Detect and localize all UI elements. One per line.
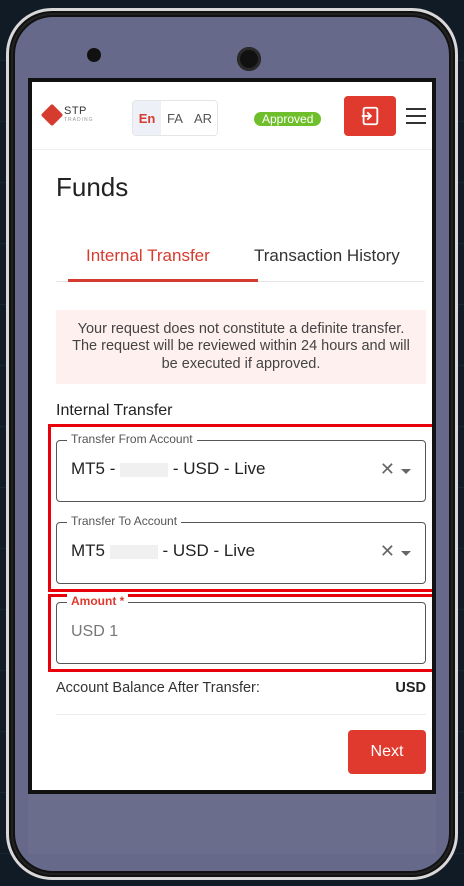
from-account-label: Transfer From Account bbox=[67, 432, 197, 446]
app-screen: STP TRADING En FA AR Approved Funds Inte… bbox=[28, 78, 436, 794]
active-tab-indicator bbox=[68, 279, 258, 282]
logout-button[interactable] bbox=[344, 96, 396, 136]
masked-account-number bbox=[109, 544, 158, 559]
masked-account-number bbox=[120, 462, 169, 477]
language-switcher: En FA AR bbox=[132, 100, 218, 136]
notice-banner: Your request does not constitute a defin… bbox=[56, 310, 426, 384]
phone-bottom-bezel bbox=[28, 792, 436, 854]
clear-icon[interactable]: ✕ bbox=[380, 459, 395, 480]
status-badge: Approved bbox=[254, 112, 322, 126]
divider bbox=[56, 714, 426, 715]
from-account-prefix: MT5 - bbox=[71, 459, 116, 478]
camera-icon bbox=[237, 47, 261, 71]
amount-value: USD 1 bbox=[71, 623, 119, 640]
tab-transaction-history[interactable]: Transaction History bbox=[254, 230, 400, 282]
lang-ar-button[interactable]: AR bbox=[189, 101, 217, 135]
logo[interactable]: STP TRADING bbox=[40, 103, 94, 126]
next-button[interactable]: Next bbox=[348, 730, 426, 774]
amount-input[interactable]: Amount * USD 1 bbox=[56, 594, 426, 664]
to-account-select[interactable]: Transfer To Account MT5 - USD - Live ✕ bbox=[56, 514, 426, 584]
balance-currency: USD bbox=[395, 680, 426, 696]
to-account-label: Transfer To Account bbox=[67, 514, 182, 528]
logout-icon bbox=[361, 106, 379, 126]
app-header: STP TRADING En FA AR Approved bbox=[32, 82, 432, 150]
clear-icon[interactable]: ✕ bbox=[380, 541, 395, 562]
lang-fa-button[interactable]: FA bbox=[161, 101, 189, 135]
from-account-select[interactable]: Transfer From Account MT5 - - USD - Live… bbox=[56, 432, 426, 502]
chevron-down-icon[interactable] bbox=[401, 469, 411, 474]
page-title: Funds bbox=[56, 172, 129, 202]
to-account-suffix: - USD - Live bbox=[162, 541, 256, 560]
tab-bar: Internal Transfer Transaction History bbox=[56, 230, 424, 282]
chevron-down-icon[interactable] bbox=[401, 551, 411, 556]
sensor-dot bbox=[87, 48, 101, 62]
amount-label: Amount * bbox=[67, 594, 129, 608]
tab-internal-transfer[interactable]: Internal Transfer bbox=[86, 230, 210, 282]
logo-text: STP bbox=[64, 105, 87, 117]
hamburger-menu-icon[interactable] bbox=[406, 108, 426, 124]
balance-row: Account Balance After Transfer: USD bbox=[56, 680, 426, 696]
lang-en-button[interactable]: En bbox=[133, 101, 161, 135]
logo-icon bbox=[40, 103, 64, 126]
balance-label: Account Balance After Transfer: bbox=[56, 680, 260, 696]
section-label: Internal Transfer bbox=[56, 402, 173, 419]
from-account-suffix: - USD - Live bbox=[172, 459, 266, 478]
logo-subtext: TRADING bbox=[64, 117, 94, 123]
to-account-prefix: MT5 bbox=[71, 541, 105, 560]
